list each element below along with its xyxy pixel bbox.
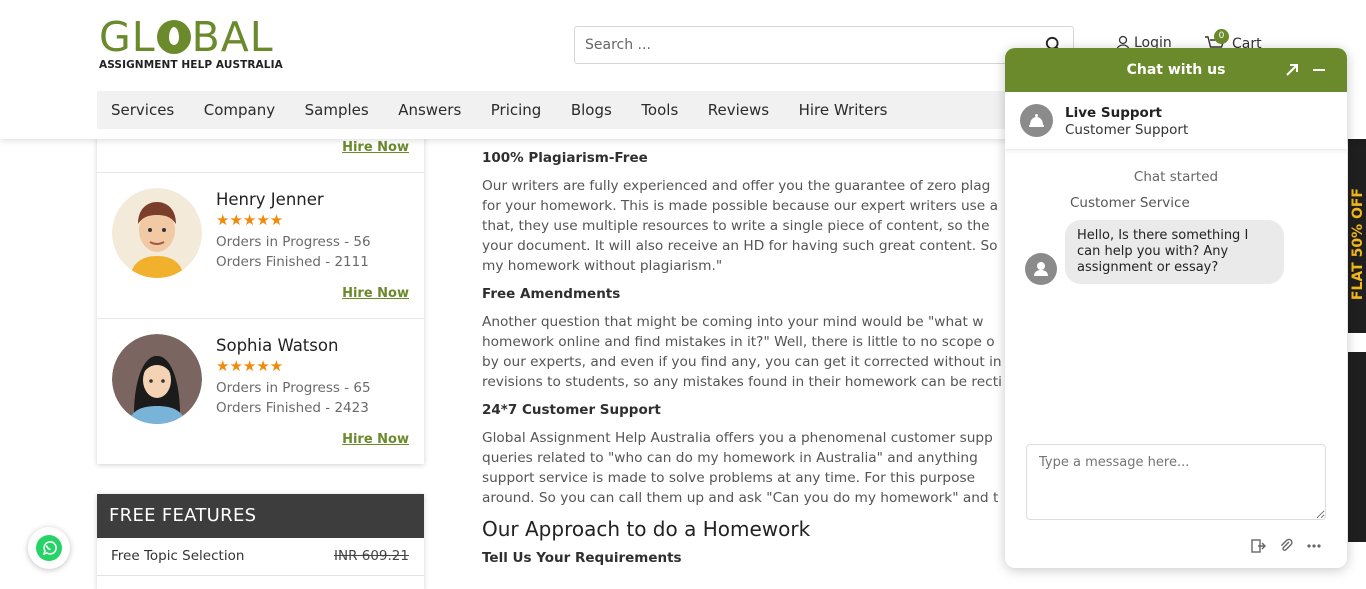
paragraph: Our writers are fully experienced and of…: [482, 178, 998, 274]
side-promo-banner[interactable]: [1348, 352, 1366, 542]
chat-header: Chat with us: [1005, 48, 1347, 92]
nav-tools[interactable]: Tools: [627, 101, 692, 119]
rating-stars: ★★★★★: [216, 211, 284, 229]
chat-message: Hello, Is there something I can help you…: [1065, 220, 1284, 284]
writer-name: Henry Jenner: [216, 190, 324, 209]
orders-finished: Orders Finished - 2423: [216, 400, 369, 416]
feature-item: Free Topic Selection INR 609.21: [97, 538, 424, 576]
cart-count-badge: 0: [1214, 29, 1229, 44]
feature-label: Free Topic Selection: [111, 548, 245, 564]
writer-card: Sophia Watson ★★★★★ Orders in Progress -…: [97, 318, 424, 464]
hire-now-link[interactable]: Hire Now: [342, 432, 409, 447]
sender-avatar-icon: [1025, 253, 1057, 285]
logo-wordmark: GL BAL: [99, 13, 274, 61]
section-heading: Free Amendments: [482, 286, 621, 302]
side-offer-banner[interactable]: FLAT 50% OFF: [1348, 133, 1366, 333]
orders-in-progress: Orders in Progress - 56: [216, 234, 371, 250]
whatsapp-icon: [36, 535, 62, 561]
nav-pricing[interactable]: Pricing: [477, 101, 556, 119]
whatsapp-button[interactable]: [28, 527, 70, 569]
end-chat-icon[interactable]: [1250, 538, 1266, 554]
logo-pen-icon: [156, 20, 191, 54]
chat-title: Chat with us: [1126, 62, 1226, 78]
writer-name: Sophia Watson: [216, 336, 339, 355]
rating-stars: ★★★★★: [216, 357, 284, 375]
writer-avatar: [112, 188, 202, 278]
search-input[interactable]: [575, 27, 1015, 63]
section-heading: 100% Plagiarism-Free: [482, 150, 648, 166]
writer-avatar: [112, 334, 202, 424]
minimize-icon[interactable]: [1310, 61, 1328, 79]
nav-services[interactable]: Services: [97, 101, 188, 119]
attachment-icon[interactable]: [1278, 538, 1294, 554]
chat-agent-info: Live Support Customer Support: [1005, 92, 1347, 150]
orders-in-progress: Orders in Progress - 65: [216, 380, 371, 396]
agent-bell-icon: [1020, 104, 1053, 137]
message-sender: Customer Service: [1070, 195, 1190, 211]
section-heading: 24*7 Customer Support: [482, 402, 661, 418]
orders-finished: Orders Finished - 2111: [216, 254, 369, 270]
nav-answers[interactable]: Answers: [384, 101, 475, 119]
free-features-title: FREE FEATURES: [97, 494, 424, 538]
nav-blogs[interactable]: Blogs: [557, 101, 626, 119]
hire-now-link[interactable]: Hire Now: [342, 140, 409, 155]
nav-hire-writers[interactable]: Hire Writers: [785, 101, 902, 119]
section-heading: Tell Us Your Requirements: [482, 550, 682, 566]
search-box: [574, 26, 1074, 64]
article-content: 100% Plagiarism-Free Our writers are ful…: [482, 150, 1022, 566]
writer-card: Henry Jenner ★★★★★ Orders in Progress - …: [97, 172, 424, 318]
nav-reviews[interactable]: Reviews: [694, 101, 783, 119]
more-options-icon[interactable]: [1306, 538, 1322, 554]
hire-now-link[interactable]: Hire Now: [342, 286, 409, 301]
feature-price: INR 609.21: [334, 548, 409, 564]
expand-icon[interactable]: [1283, 61, 1301, 79]
paragraph: Global Assignment Help Australia offers …: [482, 430, 999, 506]
chat-message-input[interactable]: [1026, 444, 1326, 520]
chat-widget: Chat with us Live Support Customer Suppo…: [1005, 48, 1347, 568]
paragraph: Another question that might be coming in…: [482, 314, 1002, 390]
nav-samples[interactable]: Samples: [291, 101, 383, 119]
writers-panel: Hire Now Henry Jenner ★★★★★ Orders in Pr…: [97, 127, 424, 464]
agent-name: Live Support: [1065, 105, 1162, 121]
agent-role: Customer Support: [1065, 122, 1189, 138]
site-logo[interactable]: GL BAL ASSIGNMENT HELP AUSTRALIA: [99, 16, 289, 71]
chat-toolbar: [1250, 538, 1322, 554]
logo-tagline: ASSIGNMENT HELP AUSTRALIA: [99, 59, 283, 71]
nav-company[interactable]: Company: [190, 101, 289, 119]
free-features-panel: FREE FEATURES Free Topic Selection INR 6…: [97, 494, 424, 589]
chat-status: Chat started: [1133, 169, 1219, 185]
section-title: Our Approach to do a Homework: [482, 517, 811, 541]
